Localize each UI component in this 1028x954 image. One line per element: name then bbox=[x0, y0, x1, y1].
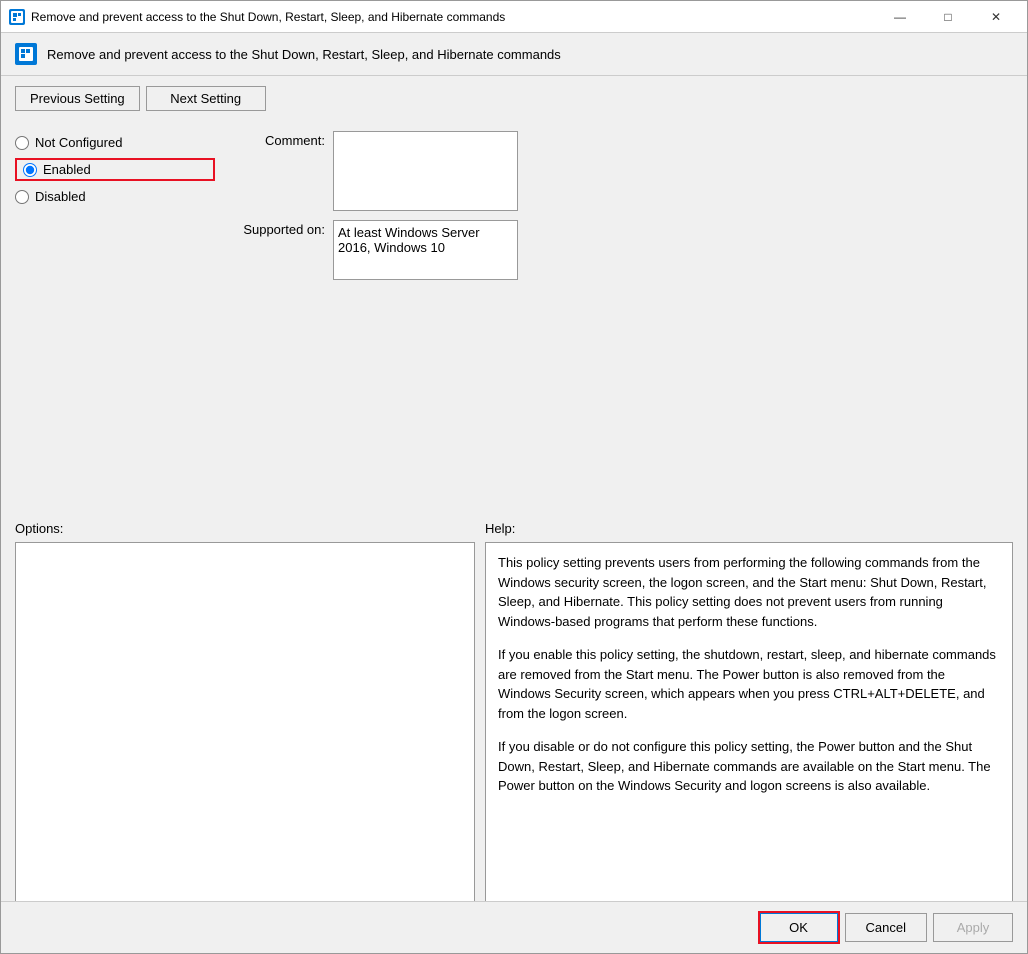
disabled-label: Disabled bbox=[35, 189, 86, 204]
apply-button[interactable]: Apply bbox=[933, 913, 1013, 942]
comment-textarea[interactable] bbox=[333, 131, 518, 211]
help-section: Help: This policy setting prevents users… bbox=[485, 521, 1013, 901]
enabled-radio[interactable] bbox=[23, 163, 37, 177]
next-setting-label: Next Setting bbox=[170, 91, 241, 106]
previous-setting-button[interactable]: Previous Setting bbox=[15, 86, 140, 111]
left-panel: Not Configured Enabled Disabled bbox=[15, 131, 215, 511]
options-box bbox=[15, 542, 475, 901]
right-panel: Comment: Supported on: At least Windows … bbox=[225, 131, 1013, 511]
not-configured-radio-label[interactable]: Not Configured bbox=[15, 135, 215, 150]
bottom-section: Options: Help: This policy setting preve… bbox=[1, 521, 1027, 901]
window-controls: — □ ✕ bbox=[877, 7, 1019, 27]
enabled-radio-label[interactable]: Enabled bbox=[15, 158, 215, 181]
nav-buttons-area: Previous Setting Next Setting bbox=[1, 76, 1027, 121]
next-setting-button[interactable]: Next Setting bbox=[146, 86, 266, 111]
supported-label: Supported on: bbox=[225, 220, 325, 237]
window-title: Remove and prevent access to the Shut Do… bbox=[31, 10, 877, 24]
help-paragraph-2: If you enable this policy setting, the s… bbox=[498, 645, 1000, 723]
dialog-header-title: Remove and prevent access to the Shut Do… bbox=[47, 47, 561, 62]
main-window: Remove and prevent access to the Shut Do… bbox=[0, 0, 1028, 954]
disabled-radio[interactable] bbox=[15, 190, 29, 204]
radio-group: Not Configured Enabled Disabled bbox=[15, 135, 215, 204]
supported-textarea[interactable]: At least Windows Server 2016, Windows 10 bbox=[333, 220, 518, 280]
minimize-button[interactable]: — bbox=[877, 7, 923, 27]
supported-row: Supported on: At least Windows Server 20… bbox=[225, 220, 1013, 283]
disabled-radio-label[interactable]: Disabled bbox=[15, 189, 215, 204]
previous-setting-label: Previous Setting bbox=[30, 91, 125, 106]
comment-label: Comment: bbox=[225, 131, 325, 148]
comment-wrapper bbox=[333, 131, 1013, 214]
supported-wrapper: At least Windows Server 2016, Windows 10 bbox=[333, 220, 1013, 283]
comment-row: Comment: bbox=[225, 131, 1013, 214]
window-icon bbox=[9, 9, 25, 25]
help-title: Help: bbox=[485, 521, 1013, 536]
main-content: Not Configured Enabled Disabled Comment: bbox=[1, 121, 1027, 521]
button-bar: OK Cancel Apply bbox=[1, 901, 1027, 953]
not-configured-label: Not Configured bbox=[35, 135, 122, 150]
help-paragraph-1: This policy setting prevents users from … bbox=[498, 553, 1000, 631]
dialog-icon bbox=[15, 43, 37, 65]
options-title: Options: bbox=[15, 521, 475, 536]
options-section: Options: bbox=[15, 521, 475, 901]
ok-button[interactable]: OK bbox=[759, 912, 839, 943]
title-bar: Remove and prevent access to the Shut Do… bbox=[1, 1, 1027, 33]
cancel-button[interactable]: Cancel bbox=[845, 913, 927, 942]
maximize-button[interactable]: □ bbox=[925, 7, 971, 27]
help-paragraph-3: If you disable or do not configure this … bbox=[498, 737, 1000, 796]
help-box: This policy setting prevents users from … bbox=[485, 542, 1013, 901]
close-button[interactable]: ✕ bbox=[973, 7, 1019, 27]
not-configured-radio[interactable] bbox=[15, 136, 29, 150]
enabled-label: Enabled bbox=[43, 162, 91, 177]
dialog-header: Remove and prevent access to the Shut Do… bbox=[1, 33, 1027, 76]
